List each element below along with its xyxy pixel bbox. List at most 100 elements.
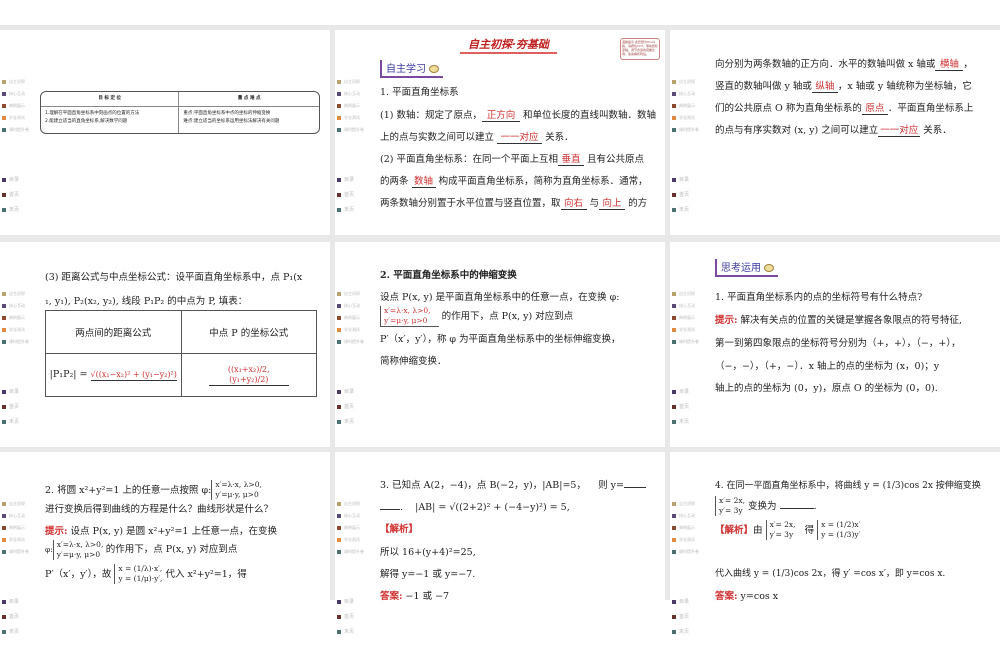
sidebar-nav-link[interactable]: 首页 — [337, 613, 354, 620]
nav-label: 课时提升卷 — [679, 549, 699, 554]
book-icon — [764, 264, 774, 272]
sidebar-nav-link[interactable]: 目录 — [2, 388, 19, 395]
sidebar-nav-link[interactable]: 首页 — [337, 191, 354, 198]
sidebar-nav-item[interactable]: 学业测试 — [672, 115, 695, 121]
sidebar-nav-item[interactable]: 学业测试 — [337, 327, 360, 333]
sidebar-nav-item[interactable]: 课时提升卷 — [672, 549, 699, 555]
sidebar-nav-item[interactable]: 课时提升卷 — [2, 127, 29, 133]
nav-bullet-icon — [2, 599, 6, 604]
nav-bullet-icon — [2, 389, 6, 394]
answer: y=cos x — [740, 591, 779, 602]
sidebar-nav-link[interactable]: 末页 — [2, 206, 19, 213]
sidebar-nav-item[interactable]: 核心互动 — [672, 91, 695, 97]
sidebar-nav-link[interactable]: 首页 — [672, 191, 689, 198]
sidebar-nav-link[interactable]: 末页 — [337, 418, 354, 425]
sidebar-nav-item[interactable]: 典例展示 — [672, 103, 695, 109]
sidebar-nav-item[interactable]: 学业测试 — [337, 115, 360, 121]
text: ₁, y₁), P₂(x₂, y₂), 线段 P₁P₂ 的中点为 P, 填表： — [45, 296, 248, 307]
sidebar-nav-link[interactable]: 末页 — [2, 418, 19, 425]
nav-label: 课时提升卷 — [344, 127, 364, 132]
nav-label: 典例展示 — [344, 315, 360, 320]
sidebar-nav-item[interactable]: 课时提升卷 — [337, 549, 364, 555]
sidebar-nav-item[interactable]: 课时提升卷 — [337, 127, 364, 133]
slide-1[interactable]: 目 标 定 位重 点 难 点 1.理解在平面直角坐标系中刻画点的位置的方法 2.能… — [0, 30, 330, 235]
nav-label: 自主初探 — [344, 79, 360, 84]
sidebar-nav-item[interactable]: 课时提升卷 — [672, 127, 699, 133]
sidebar-nav-item[interactable]: 典例展示 — [672, 525, 695, 531]
sidebar-nav-link[interactable]: 末页 — [672, 418, 689, 425]
sidebar-nav-item[interactable]: 典例展示 — [337, 525, 360, 531]
sidebar-nav-item[interactable]: 学业测试 — [337, 537, 360, 543]
sidebar-nav-item[interactable]: 核心互动 — [337, 303, 360, 309]
sidebar-nav-item[interactable]: 自主初探 — [337, 501, 360, 507]
sidebar-nav-item[interactable]: 学业测试 — [672, 537, 695, 543]
sidebar-nav-link[interactable]: 目录 — [337, 388, 354, 395]
sidebar-nav-item[interactable]: 学业测试 — [2, 537, 25, 543]
sidebar-nav-item[interactable]: 学业测试 — [2, 115, 25, 121]
sidebar-nav-item[interactable]: 核心互动 — [337, 513, 360, 519]
sidebar-nav-item[interactable]: 核心互动 — [2, 513, 25, 519]
slide-7[interactable]: 2. 将圆 x²+y²=1 上的任意一点按照 φ: x′=λ·x, λ>0, y′=… — [0, 452, 330, 657]
sidebar-nav-link[interactable]: 末页 — [337, 206, 354, 213]
slide-3[interactable]: 向分别为两条数轴的正方向．水平的数轴叫做 x 轴或 横轴， 竖直的数轴叫做 y 轴… — [670, 30, 1000, 235]
sidebar-nav-link[interactable]: 末页 — [337, 628, 354, 635]
sidebar-nav-link[interactable]: 目录 — [672, 598, 689, 605]
sidebar-nav-link[interactable]: 首页 — [672, 613, 689, 620]
sidebar-nav-item[interactable]: 课时提升卷 — [672, 339, 699, 345]
sidebar-nav-item[interactable]: 典例展示 — [672, 315, 695, 321]
sidebar-nav-link[interactable]: 末页 — [2, 628, 19, 635]
sidebar-nav-link[interactable]: 首页 — [337, 403, 354, 410]
sidebar-nav-item[interactable]: 核心互动 — [2, 91, 25, 97]
sidebar-nav-link[interactable]: 首页 — [672, 403, 689, 410]
sidebar-nav-item[interactable]: 自主初探 — [2, 291, 25, 297]
sidebar-nav-link[interactable]: 末页 — [672, 628, 689, 635]
sidebar-nav-item[interactable]: 学业测试 — [672, 327, 695, 333]
sidebar-nav-item[interactable]: 典例展示 — [337, 315, 360, 321]
sidebar-nav-link[interactable]: 首页 — [2, 613, 19, 620]
sidebar-nav-item[interactable]: 课时提升卷 — [2, 549, 29, 555]
sidebar-nav-item[interactable]: 核心互动 — [2, 303, 25, 309]
sidebar-nav-link[interactable]: 目录 — [672, 176, 689, 183]
sidebar-nav-link[interactable]: 目录 — [2, 176, 19, 183]
sidebar-nav-item[interactable]: 课时提升卷 — [337, 339, 364, 345]
sidebar-nav-item[interactable]: 自主初探 — [672, 291, 695, 297]
sidebar-nav-item[interactable]: 自主初探 — [2, 501, 25, 507]
sidebar-nav-item[interactable]: 课时提升卷 — [2, 339, 29, 345]
sidebar-nav-item[interactable]: 典例展示 — [2, 525, 25, 531]
nav-bullet-icon — [2, 404, 6, 409]
slide-8[interactable]: 3. 已知点 A(2，−4)，点 B(−2，y)，|AB|=5， 则 y= . … — [335, 452, 665, 657]
sidebar-nav-item[interactable]: 核心互动 — [337, 91, 360, 97]
slide-6[interactable]: 思考运用 1. 平面直角坐标系内的点的坐标符号有什么特点? 提示: 解决有关点的… — [670, 242, 1000, 447]
sidebar-nav-item[interactable]: 核心互动 — [672, 303, 695, 309]
text: 所以 16+(y+4)²=25, — [380, 547, 476, 558]
sidebar-nav-item[interactable]: 典例展示 — [2, 103, 25, 109]
sidebar-nav-item[interactable]: 学业测试 — [2, 327, 25, 333]
sidebar-nav-link[interactable]: 首页 — [2, 403, 19, 410]
sidebar-nav-link[interactable]: 目录 — [337, 176, 354, 183]
slide-4[interactable]: (3) 距离公式与中点坐标公式：设平面直角坐标系中，点 P₁(x ₁, y₁),… — [0, 242, 330, 447]
nav-bullet-icon — [672, 514, 676, 518]
sidebar-nav-item[interactable]: 自主初探 — [337, 291, 360, 297]
sidebar-nav-item[interactable]: 自主初探 — [672, 79, 695, 85]
nav-bullet-icon — [672, 116, 676, 120]
sidebar-nav-item[interactable]: 自主初探 — [337, 79, 360, 85]
slide-5[interactable]: 2. 平面直角坐标系中的伸缩变换 设点 P(x, y) 是平面直角坐标系中的任意… — [335, 242, 665, 447]
slide-9[interactable]: 4. 在同一平面直角坐标系中，将曲线 y = (1/3)cos 2x 按伸缩变换… — [670, 452, 1000, 657]
sidebar-nav-item[interactable]: 自主初探 — [2, 79, 25, 85]
sidebar-nav-link[interactable]: 目录 — [672, 388, 689, 395]
sidebar-nav-item[interactable]: 核心互动 — [672, 513, 695, 519]
nav-bullet-icon — [337, 550, 341, 554]
sidebar-nav-item[interactable]: 典例展示 — [337, 103, 360, 109]
sidebar-nav-link[interactable]: 末页 — [672, 206, 689, 213]
sidebar-nav-link[interactable]: 首页 — [2, 191, 19, 198]
transform-x: x′= 2x, — [719, 496, 745, 505]
table-header: 中点 P 的坐标公式 — [180, 310, 317, 354]
sidebar-nav-item[interactable]: 典例展示 — [2, 315, 25, 321]
sidebar-nav-link[interactable]: 目录 — [2, 598, 19, 605]
inverse-x: x = (1/λ)·x′, — [118, 564, 163, 573]
sidebar-nav-item[interactable]: 自主初探 — [672, 501, 695, 507]
answer: 正方向 — [481, 111, 520, 122]
nav-bullet-icon — [2, 104, 6, 108]
sidebar-nav-link[interactable]: 目录 — [337, 598, 354, 605]
slide-2[interactable]: 自主初探·夯基础 温馨提示 此套题为Word版，请按住Ctrl，滑动鼠标滚轴，调… — [335, 30, 665, 235]
